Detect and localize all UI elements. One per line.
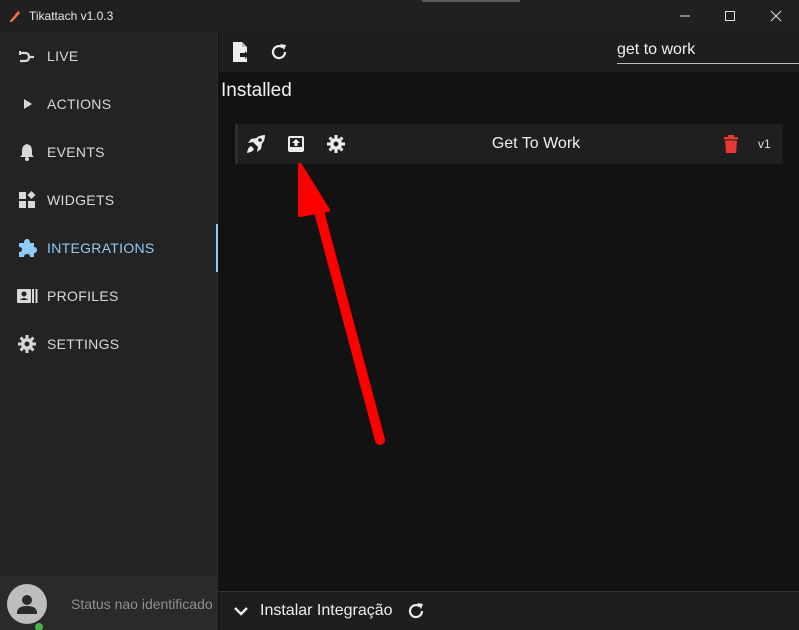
sidebar-item-profiles[interactable]: PROFILES	[0, 272, 218, 320]
bell-icon	[16, 141, 38, 163]
online-status-dot	[33, 621, 45, 630]
sidebar-item-actions[interactable]: ACTIONS	[0, 80, 218, 128]
avatar[interactable]	[7, 584, 47, 624]
sidebar-item-live[interactable]: LIVE	[0, 32, 218, 80]
sidebar-item-label: PROFILES	[47, 288, 119, 304]
maximize-icon	[725, 11, 735, 21]
install-integration-label: Instalar Integração	[260, 602, 393, 619]
close-button[interactable]	[753, 0, 799, 32]
sidebar-item-widgets[interactable]: WIDGETS	[0, 176, 218, 224]
refresh-button[interactable]	[268, 41, 290, 63]
status-text: Status nao identificado	[71, 596, 213, 612]
sidebar-item-label: LIVE	[47, 48, 79, 64]
run-integration-button[interactable]	[245, 133, 267, 155]
section-title: Installed	[221, 80, 292, 101]
annotation-arrow-icon	[298, 163, 385, 445]
window-title: Tikattach v1.0.3	[29, 9, 114, 23]
title-drag-indicator	[422, 0, 520, 2]
sidebar-item-events[interactable]: EVENTS	[0, 128, 218, 176]
integration-version: v1	[758, 137, 771, 151]
title-bar: Tikattach v1.0.3	[0, 0, 799, 32]
refresh-icon[interactable]	[406, 601, 426, 621]
integration-name: Get To Work	[491, 135, 581, 152]
sidebar-item-label: SETTINGS	[47, 336, 120, 352]
gear-icon	[16, 333, 38, 355]
delete-icon	[724, 135, 738, 153]
install-integration-bar[interactable]: Instalar Integração	[219, 591, 799, 630]
minimize-button[interactable]	[662, 0, 708, 32]
sidebar-item-label: EVENTS	[47, 144, 105, 160]
import-file-button[interactable]	[229, 41, 251, 63]
main-toolbar	[219, 32, 799, 72]
play-icon	[16, 93, 38, 115]
sidebar-item-integrations[interactable]: INTEGRATIONS	[0, 224, 218, 272]
close-icon	[770, 10, 782, 22]
maximize-button[interactable]	[707, 0, 753, 32]
minimize-icon	[680, 15, 690, 17]
puzzle-icon	[16, 237, 38, 259]
app-logo-icon	[9, 11, 20, 22]
rocket-icon	[247, 135, 265, 153]
delete-integration-button[interactable]	[720, 133, 742, 155]
integration-settings-button[interactable]	[325, 133, 347, 155]
sidebar-item-label: ACTIONS	[47, 96, 112, 112]
widgets-icon	[16, 189, 38, 211]
sidebar-item-label: INTEGRATIONS	[47, 240, 155, 256]
file-import-icon	[233, 42, 249, 62]
refresh-icon	[271, 44, 287, 60]
user-icon	[17, 595, 37, 614]
integration-row: Get To Work v1	[235, 124, 783, 164]
chevron-down-icon	[234, 607, 248, 616]
sidebar-item-settings[interactable]: SETTINGS	[0, 320, 218, 368]
sidebar: LIVE ACTIONS EVENTS WIDGETS INTEGRATIONS…	[0, 32, 218, 630]
gear-icon	[327, 135, 345, 153]
user-status-area: Status nao identificado	[0, 576, 218, 630]
export-integration-button[interactable]	[285, 133, 307, 155]
live-plug-icon	[16, 45, 38, 67]
sidebar-item-label: WIDGETS	[47, 192, 115, 208]
export-icon	[288, 136, 304, 152]
profile-card-icon	[16, 285, 38, 307]
search-input[interactable]	[617, 36, 799, 64]
